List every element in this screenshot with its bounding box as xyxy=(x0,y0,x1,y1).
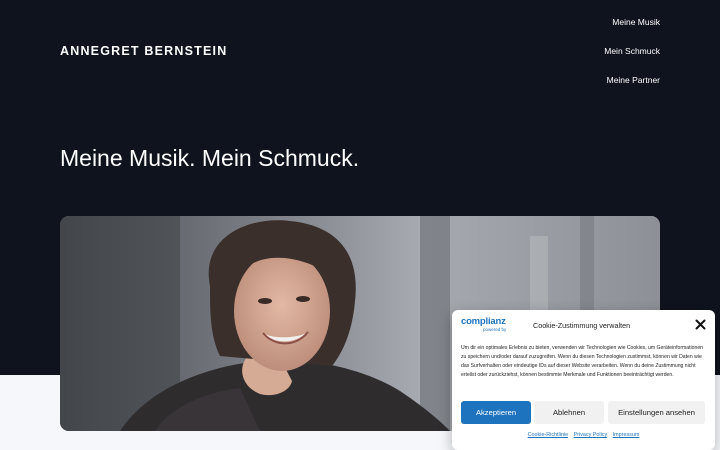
close-icon[interactable] xyxy=(695,319,706,330)
privacy-policy-link[interactable]: Privacy Policy xyxy=(574,432,608,438)
cookie-links: Cookie-Richtlinie Privacy Policy Impress… xyxy=(452,432,715,438)
site-title[interactable]: ANNEGRET BERNSTEIN xyxy=(60,44,227,58)
complianz-logo: complianz powered by xyxy=(461,316,507,333)
deny-button[interactable]: Ablehnen xyxy=(534,401,604,424)
nav-item-meine-partner[interactable]: Meine Partner xyxy=(607,75,660,85)
cookie-policy-link[interactable]: Cookie-Richtlinie xyxy=(528,432,568,438)
nav-item-meine-musik[interactable]: Meine Musik xyxy=(612,17,660,27)
cookie-consent-banner: complianz powered by Cookie-Zustimmung v… xyxy=(452,310,715,450)
hero-headline: Meine Musik. Mein Schmuck. xyxy=(60,145,360,171)
accept-button[interactable]: Akzeptieren xyxy=(461,401,531,424)
settings-button[interactable]: Einstellungen ansehen xyxy=(608,401,705,424)
cookie-title: Cookie-Zustimmung verwalten xyxy=(533,321,631,330)
impressum-link[interactable]: Impressum xyxy=(613,432,640,438)
cookie-description: Um dir ein optimales Erlebnis zu bieten,… xyxy=(461,345,703,379)
nav-item-mein-schmuck[interactable]: Mein Schmuck xyxy=(604,46,660,56)
